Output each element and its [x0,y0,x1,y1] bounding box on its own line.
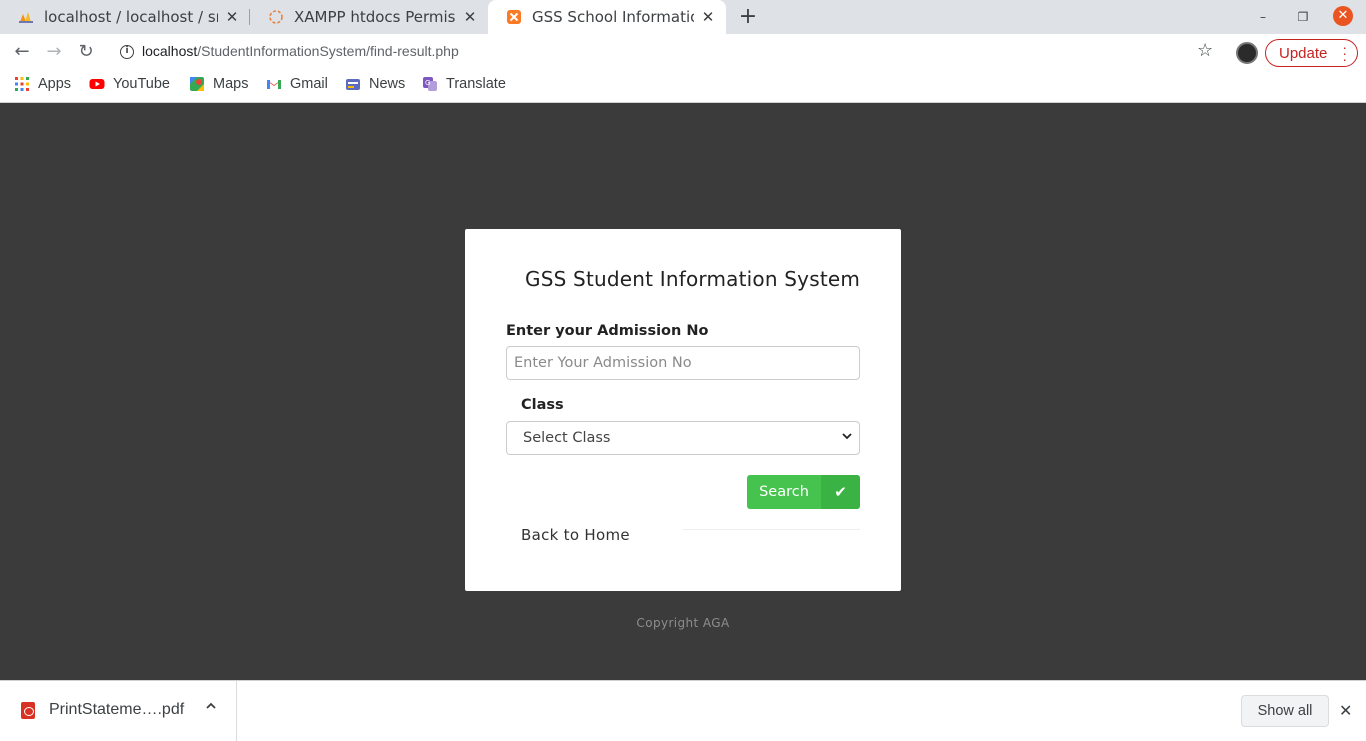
youtube-icon [89,79,105,89]
forward-button[interactable]: → [43,41,65,63]
tab-close-icon[interactable]: ✕ [700,9,716,25]
tab-label: XAMPP htdocs Permissio [294,8,456,26]
xampp-loading-icon [269,10,283,24]
xampp-icon [507,10,521,24]
admission-input[interactable] [506,346,860,380]
site-info-icon[interactable]: i [120,45,134,59]
admission-label: Enter your Admission No [506,323,709,339]
bookmark-label: News [369,76,406,92]
tab-close-icon[interactable]: ✕ [224,9,240,25]
bookmark-news[interactable]: News [345,76,405,92]
bookmark-label: Apps [38,76,72,92]
update-button[interactable]: Update · · · [1265,39,1358,67]
news-icon [346,79,360,90]
url-text[interactable]: localhost/StudentInformationSystem/find-… [142,43,459,59]
search-card: GSS Student Information System Enter you… [465,229,901,591]
translate-icon: G [423,77,437,91]
copyright-text: Copyright AGA [636,616,730,630]
browser-toolbar: ← → ↻ i localhost/StudentInformationSyst… [0,34,1366,70]
class-selected-value: Select Class [523,430,611,446]
restore-button[interactable]: ❐ [1294,8,1312,26]
url-path: /StudentInformationSystem/find-result.ph… [197,43,459,59]
show-all-button[interactable]: Show all [1241,695,1329,727]
chevron-down-icon [842,433,852,440]
search-button-label: Search [759,484,809,500]
divider [683,529,860,530]
bookmark-label: Gmail [290,76,328,92]
svg-text:G: G [425,79,430,87]
class-select[interactable]: Select Class [506,421,860,455]
reload-button[interactable]: ↻ [75,41,97,63]
tab-label: localhost / localhost / srm [44,8,218,26]
tab-label: GSS School Information S [532,8,694,26]
close-download-bar-icon[interactable]: ✕ [1339,701,1352,720]
search-button[interactable]: Search ✔ [747,475,860,509]
tab-xampp-permissions[interactable]: XAMPP htdocs Permissio ✕ [250,0,488,34]
tab-close-icon[interactable]: ✕ [462,9,478,25]
download-item[interactable]: PrintStateme….pdf [0,681,237,741]
bookmark-label: Translate [446,76,506,92]
bookmark-apps[interactable]: Apps [14,76,71,92]
apps-grid-icon [15,77,29,91]
class-label: Class [521,397,564,413]
gmail-icon [267,80,281,89]
pdf-file-icon [21,702,35,719]
update-label: Update [1279,44,1328,62]
bookmark-label: YouTube [113,76,170,92]
address-bar[interactable]: i localhost/StudentInformationSystem/fin… [110,37,1226,67]
tab-phpmyadmin[interactable]: localhost / localhost / srm ✕ [0,0,250,34]
minimize-button[interactable]: – [1254,8,1272,26]
check-icon: ✔ [821,475,860,509]
bookmark-gmail[interactable]: Gmail [266,76,328,92]
bookmark-star-icon[interactable]: ☆ [1197,40,1213,61]
bookmark-maps[interactable]: Maps [189,76,248,92]
back-button[interactable]: ← [11,41,33,63]
bookmarks-bar: Apps YouTube Maps Gmail News G Translate [0,70,1366,103]
bookmark-translate[interactable]: G Translate [422,76,506,92]
window-close-button[interactable]: ✕ [1333,6,1353,26]
maps-icon [190,77,204,91]
menu-dots-icon[interactable]: · · · [1342,40,1347,66]
back-to-home-link[interactable]: Back to Home [521,526,630,544]
chevron-up-icon[interactable] [205,700,217,712]
bookmark-youtube[interactable]: YouTube [89,76,170,92]
download-bar: PrintStateme….pdf Show all ✕ [0,680,1366,741]
download-file-name[interactable]: PrintStateme….pdf [49,701,184,719]
page-title: GSS Student Information System [525,267,861,291]
new-tab-button[interactable]: + [737,6,759,28]
profile-avatar[interactable] [1236,42,1258,64]
tab-strip: localhost / localhost / srm ✕ XAMPP htdo… [0,0,1366,34]
tab-gss-school[interactable]: GSS School Information S ✕ [488,0,726,34]
phpmyadmin-icon [19,12,33,23]
bookmark-label: Maps [213,76,249,92]
url-host: localhost [142,43,198,59]
